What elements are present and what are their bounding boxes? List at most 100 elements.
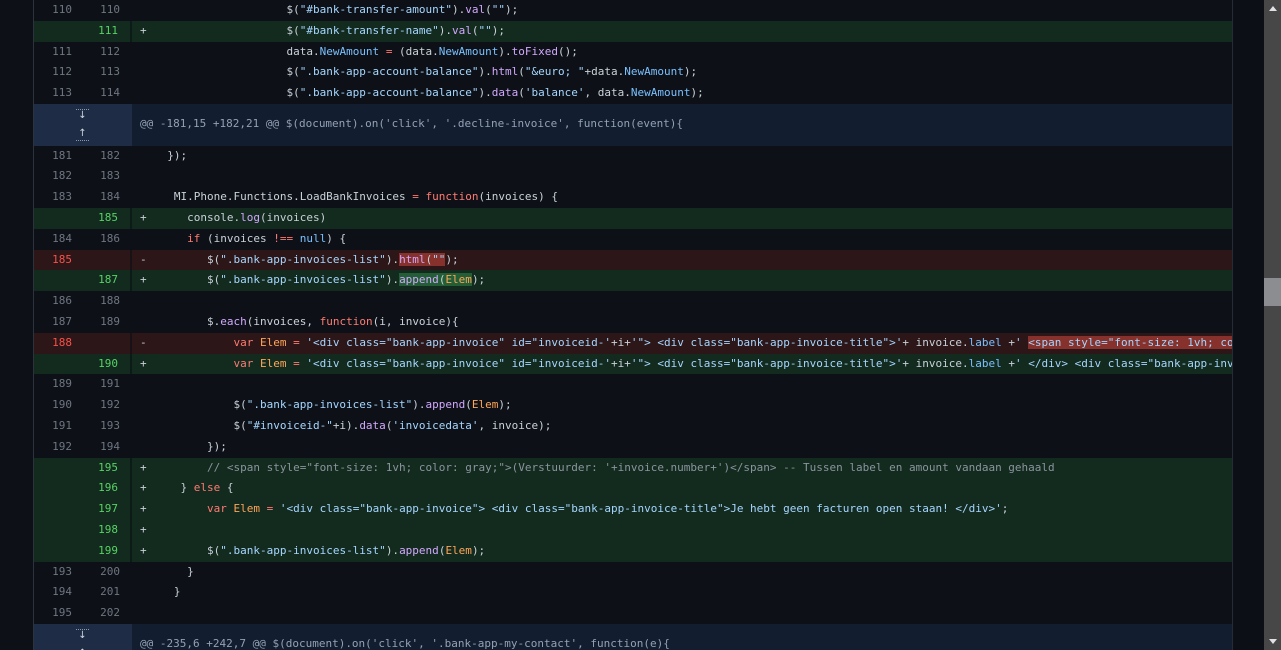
diff-row-context: 192194 }); [33, 437, 1232, 458]
code-token: } [154, 481, 194, 494]
code-token: ( [465, 398, 472, 411]
new-line-number[interactable] [85, 333, 132, 354]
new-line-number[interactable]: 198 [85, 520, 132, 541]
new-line-number[interactable]: 201 [85, 582, 132, 603]
old-line-number[interactable]: 195 [33, 603, 85, 624]
code-token: if [187, 232, 200, 245]
old-line-number[interactable]: 185 [33, 250, 85, 271]
new-line-number[interactable]: 192 [85, 395, 132, 416]
old-line-number[interactable] [33, 520, 85, 541]
new-line-number[interactable]: 202 [85, 603, 132, 624]
diff-sign: + [132, 21, 154, 42]
new-line-number[interactable]: 188 [85, 291, 132, 312]
old-line-number[interactable]: 184 [33, 229, 85, 250]
code-line: console.log(invoices) [154, 208, 1232, 229]
expand-down-button[interactable]: ↓ [33, 104, 132, 125]
code-token: console. [154, 211, 240, 224]
new-line-number[interactable]: 110 [85, 0, 132, 21]
old-line-number[interactable]: 113 [33, 83, 85, 104]
code-token: ( [518, 65, 525, 78]
code-token: data [492, 86, 519, 99]
new-line-number[interactable]: 187 [85, 270, 132, 291]
new-line-number[interactable]: 186 [85, 229, 132, 250]
new-line-number[interactable]: 193 [85, 416, 132, 437]
code-token: ). [386, 544, 399, 557]
new-line-number[interactable]: 185 [85, 208, 132, 229]
diff-row-add: 195+ // <span style="font-size: 1vh; col… [33, 458, 1232, 479]
expand-up-button[interactable]: ↑ [33, 125, 132, 146]
new-line-number[interactable]: 196 [85, 478, 132, 499]
scrollbar-down-button[interactable] [1264, 633, 1281, 650]
new-line-number[interactable]: 189 [85, 312, 132, 333]
code-token: label [969, 336, 1002, 349]
code-token [379, 45, 386, 58]
old-line-number[interactable] [33, 270, 85, 291]
new-line-number[interactable]: 184 [85, 187, 132, 208]
code-token: $( [154, 86, 300, 99]
new-line-number[interactable]: 195 [85, 458, 132, 479]
code-token: function [320, 315, 373, 328]
new-line-number[interactable]: 197 [85, 499, 132, 520]
old-line-number[interactable] [33, 458, 85, 479]
diff-row-context: 183184 MI.Phone.Functions.LoadBankInvoic… [33, 187, 1232, 208]
code-token: 'balance' [525, 86, 585, 99]
code-token: else [194, 481, 221, 494]
new-line-number[interactable]: 112 [85, 42, 132, 63]
code-token: (); [558, 45, 578, 58]
code-line: // <span style="font-size: 1vh; color: g… [154, 458, 1232, 479]
old-line-number[interactable]: 181 [33, 146, 85, 167]
code-line: if (invoices !== null) { [154, 229, 1232, 250]
hunk-header-text: @@ -181,15 +182,21 @@ $(document).on('cl… [132, 104, 1232, 146]
new-line-number[interactable]: 114 [85, 83, 132, 104]
code-token [419, 190, 426, 203]
old-line-number[interactable] [33, 541, 85, 562]
old-line-number[interactable] [33, 354, 85, 375]
old-line-number[interactable] [33, 499, 85, 520]
old-line-number[interactable]: 111 [33, 42, 85, 63]
old-line-number[interactable]: 193 [33, 562, 85, 583]
old-line-number[interactable]: 194 [33, 582, 85, 603]
code-line: $(".bank-app-account-balance").html("&eu… [154, 62, 1232, 83]
old-line-number[interactable] [33, 208, 85, 229]
code-line [154, 603, 1232, 624]
expand-up-button[interactable]: ↑ [33, 645, 132, 650]
new-line-number[interactable]: 199 [85, 541, 132, 562]
new-line-number[interactable]: 111 [85, 21, 132, 42]
code-token: $( [154, 398, 247, 411]
diff-sign [132, 603, 154, 624]
new-line-number[interactable]: 191 [85, 374, 132, 395]
new-line-number[interactable]: 113 [85, 62, 132, 83]
new-line-number[interactable]: 200 [85, 562, 132, 583]
old-line-number[interactable]: 189 [33, 374, 85, 395]
scrollbar-up-button[interactable] [1264, 0, 1281, 17]
new-line-number[interactable]: 194 [85, 437, 132, 458]
old-line-number[interactable]: 187 [33, 312, 85, 333]
old-line-number[interactable]: 190 [33, 395, 85, 416]
old-line-number[interactable]: 110 [33, 0, 85, 21]
dotted-line [76, 140, 89, 141]
diff-sign: + [132, 270, 154, 291]
code-token: + invoice. [902, 336, 968, 349]
old-line-number[interactable]: 182 [33, 166, 85, 187]
old-line-number[interactable]: 188 [33, 333, 85, 354]
old-line-number[interactable]: 112 [33, 62, 85, 83]
old-line-number[interactable] [33, 478, 85, 499]
code-line: }); [154, 146, 1232, 167]
code-token: (invoices) { [479, 190, 558, 203]
old-line-number[interactable]: 186 [33, 291, 85, 312]
code-token [154, 336, 233, 349]
code-token [154, 357, 233, 370]
old-line-number[interactable]: 192 [33, 437, 85, 458]
scrollbar-thumb[interactable] [1264, 278, 1281, 306]
code-token: "" [479, 24, 492, 37]
old-line-number[interactable] [33, 21, 85, 42]
code-line: MI.Phone.Functions.LoadBankInvoices = fu… [154, 187, 1232, 208]
vertical-scrollbar[interactable] [1264, 0, 1281, 650]
new-line-number[interactable] [85, 250, 132, 271]
expand-down-button[interactable]: ↓ [33, 624, 132, 645]
old-line-number[interactable]: 191 [33, 416, 85, 437]
new-line-number[interactable]: 182 [85, 146, 132, 167]
old-line-number[interactable]: 183 [33, 187, 85, 208]
new-line-number[interactable]: 190 [85, 354, 132, 375]
new-line-number[interactable]: 183 [85, 166, 132, 187]
